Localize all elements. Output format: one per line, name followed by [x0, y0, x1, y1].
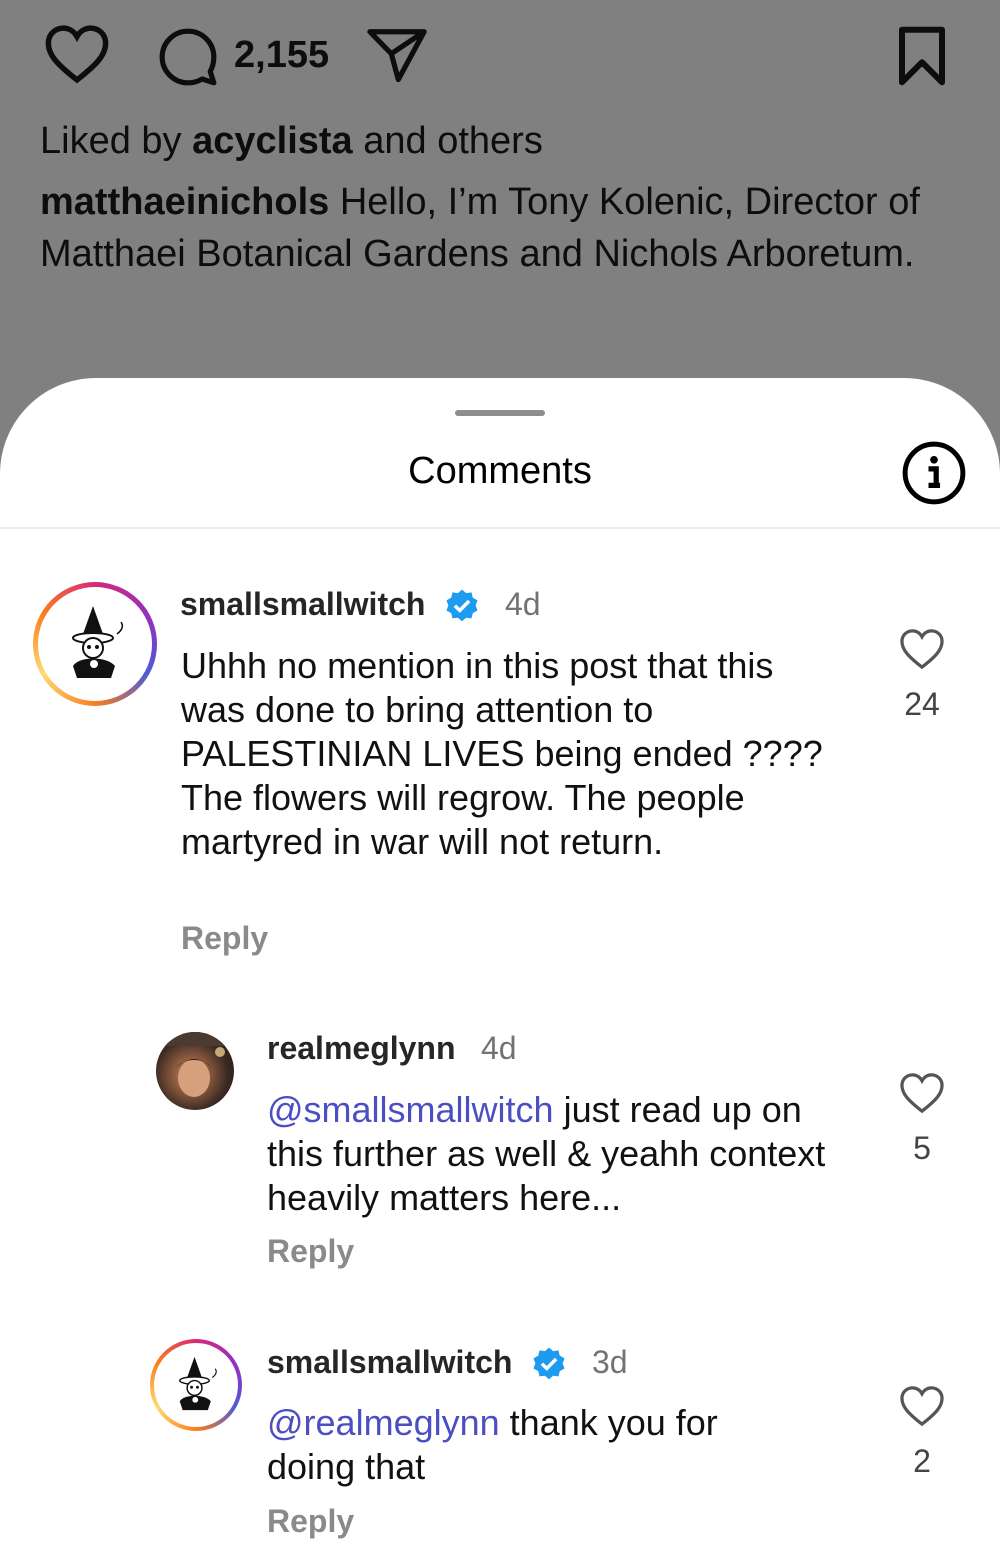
witch-avatar-icon: [160, 1349, 232, 1421]
person-photo-icon: [156, 1032, 234, 1097]
comment-username[interactable]: realmeglynn: [267, 1030, 456, 1067]
avatar[interactable]: [33, 582, 157, 706]
comment-mention[interactable]: @smallsmallwitch: [267, 1089, 554, 1130]
witch-avatar-icon: [47, 596, 143, 692]
drag-handle[interactable]: [455, 410, 545, 416]
liked-by-suffix[interactable]: and others: [363, 120, 543, 162]
reply-button[interactable]: Reply: [267, 1233, 354, 1270]
avatar[interactable]: [156, 1032, 234, 1110]
reply-button[interactable]: Reply: [181, 920, 268, 957]
post-footer: 2,155 Liked by acyclista and others matt…: [0, 0, 1000, 378]
comments-sheet: Comments smallsmallwitch 4d Uhhh no ment…: [0, 378, 1000, 1559]
comment-like-heart-icon[interactable]: [899, 1072, 945, 1119]
verified-badge-icon: [443, 588, 481, 631]
divider: [0, 527, 1000, 529]
comment-age: 4d: [505, 586, 541, 622]
comment-like-heart-icon[interactable]: [899, 1385, 945, 1432]
comment-text: @smallsmallwitch just read up on this fu…: [267, 1088, 827, 1220]
verified-badge-icon: [530, 1346, 568, 1389]
like-heart-icon[interactable]: [44, 24, 110, 84]
comment-mention[interactable]: @realmeglynn: [267, 1402, 500, 1443]
avatar[interactable]: [150, 1339, 242, 1431]
liked-by-line: Liked by acyclista and others: [40, 120, 543, 163]
liked-by-user[interactable]: acyclista: [192, 120, 353, 162]
reply-button[interactable]: Reply: [267, 1503, 354, 1540]
liked-by-prefix: Liked by: [40, 120, 182, 162]
comment-like-count: 2: [913, 1443, 931, 1479]
post-caption: matthaeinichols Hello, I’m Tony Kolenic,…: [40, 176, 970, 280]
comment-count: 2,155: [234, 34, 330, 76]
comment-bubble-icon[interactable]: [156, 26, 220, 88]
comment-like-count: 5: [913, 1130, 931, 1166]
sheet-title: Comments: [408, 450, 592, 492]
comment-like-heart-icon[interactable]: [899, 628, 945, 675]
comment-username[interactable]: smallsmallwitch: [267, 1344, 512, 1381]
post-actions: 2,155: [44, 24, 956, 88]
comment-age: 4d: [481, 1030, 517, 1066]
comment-body: Uhhh no mention in this post that this w…: [181, 645, 823, 862]
comment-text: Uhhh no mention in this post that this w…: [181, 644, 831, 864]
caption-username[interactable]: matthaeinichols: [40, 181, 329, 223]
bookmark-icon[interactable]: [896, 26, 948, 86]
comment-age: 3d: [592, 1344, 628, 1380]
info-icon[interactable]: [901, 440, 967, 511]
comment-like-count: 24: [904, 686, 940, 722]
comment-username[interactable]: smallsmallwitch: [180, 586, 425, 623]
share-send-icon[interactable]: [366, 26, 428, 84]
comment-text: @realmeglynn thank you for doing that: [267, 1401, 787, 1489]
